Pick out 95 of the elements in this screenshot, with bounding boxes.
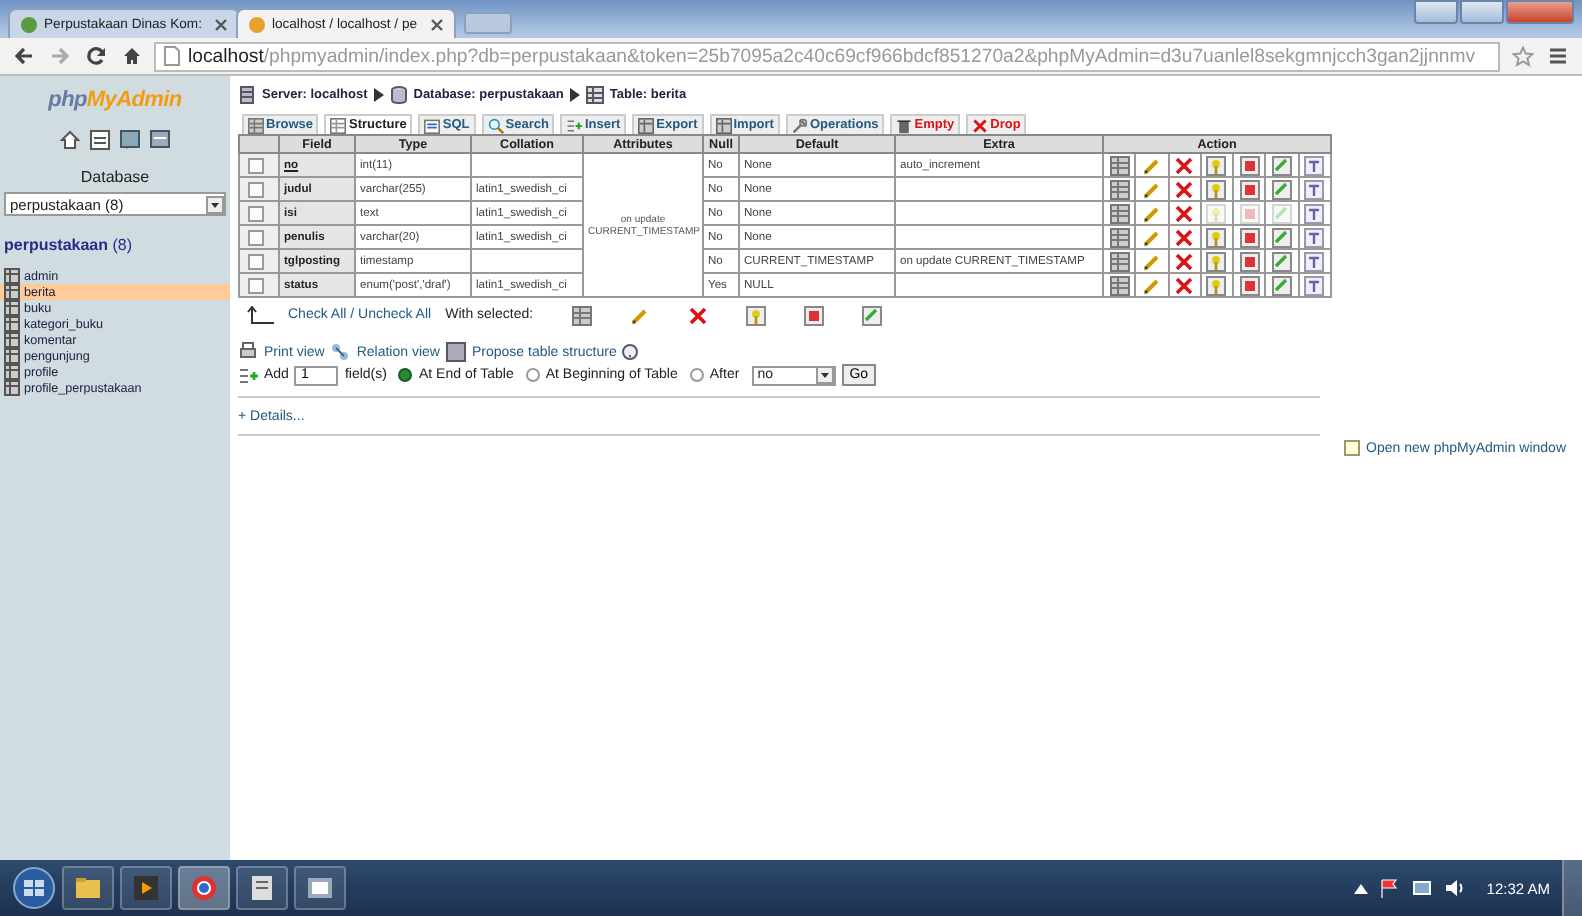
help-icon[interactable] — [622, 344, 639, 360]
key-icon[interactable] — [1206, 179, 1227, 199]
taskbar-button[interactable] — [294, 866, 346, 910]
minimize-button[interactable] — [1414, 0, 1458, 24]
network-icon[interactable] — [1412, 878, 1433, 898]
media-icon — [130, 872, 162, 904]
window-icon — [1344, 440, 1360, 456]
pencil-icon[interactable] — [1141, 155, 1162, 175]
arrow-icon — [373, 87, 384, 101]
close-icon[interactable] — [429, 17, 444, 31]
arrow-icon — [246, 306, 274, 324]
checkbox[interactable] — [248, 205, 264, 221]
unique-icon[interactable] — [1239, 275, 1260, 295]
text-icon[interactable] — [1304, 227, 1325, 247]
app-icon — [304, 872, 336, 904]
delete-icon[interactable] — [1174, 275, 1195, 295]
delete-icon[interactable] — [1174, 203, 1195, 223]
close-button[interactable] — [1506, 0, 1574, 24]
tools-icon[interactable] — [791, 117, 808, 133]
index-icon[interactable] — [1272, 227, 1293, 247]
server-icon — [238, 85, 256, 103]
home-icon[interactable] — [60, 130, 80, 150]
show-hidden-icon[interactable] — [1354, 882, 1369, 894]
url-text: localhost/phpmyadmin/index.php?db=perpustakaan&token=25b7095a2c40c69cf966bdcf851270a2&phpMyAdmin=d3u7uanlel8sekgmnjcch3gan2jjnnmv — [188, 45, 1476, 67]
pencil-icon[interactable] — [1141, 179, 1162, 199]
delete-icon[interactable] — [1174, 155, 1195, 175]
radio-button[interactable] — [689, 368, 704, 382]
bookmark-star-icon[interactable] — [1508, 42, 1536, 70]
page-icon — [164, 46, 180, 66]
key-icon[interactable] — [745, 305, 766, 325]
database-link[interactable]: perpustakaan (8) — [4, 236, 230, 254]
pencil-icon[interactable] — [1141, 275, 1162, 295]
index-icon[interactable] — [1272, 251, 1293, 271]
taskbar-button[interactable] — [236, 866, 288, 910]
taskbar-button[interactable] — [62, 866, 114, 910]
database-icon — [389, 85, 408, 103]
checkbox[interactable] — [248, 253, 264, 269]
delete-icon[interactable] — [1174, 251, 1195, 271]
pencil-icon[interactable] — [1141, 203, 1162, 223]
folder-icon — [72, 872, 104, 904]
start-button[interactable] — [12, 866, 56, 910]
unique-icon[interactable] — [803, 305, 824, 325]
delete-icon[interactable] — [1174, 179, 1195, 199]
insert-icon — [238, 365, 258, 385]
key-icon[interactable] — [1206, 251, 1227, 271]
text-icon[interactable] — [1304, 179, 1325, 199]
database-label: Database — [78, 168, 152, 186]
unique-icon[interactable] — [1239, 179, 1260, 199]
key-icon[interactable] — [1206, 275, 1227, 295]
text-icon[interactable] — [1304, 275, 1325, 295]
key-icon[interactable] — [1206, 227, 1227, 247]
index-icon[interactable] — [861, 305, 882, 325]
pencil-icon[interactable] — [1141, 251, 1162, 271]
pencil-icon[interactable] — [1141, 227, 1162, 247]
reload-button[interactable] — [82, 42, 110, 70]
arrow-icon — [569, 87, 580, 101]
checkbox[interactable] — [248, 229, 264, 245]
sql-icon[interactable] — [90, 130, 110, 150]
site-icon — [20, 15, 38, 33]
unique-icon[interactable] — [1239, 227, 1260, 247]
address-field[interactable]: localhost/phpmyadmin/index.php?db=perpustakaan&token=25b7095a2c40c69cf966bdcf851270a2&phpMyAdmin=d3u7uanlel8sekgmnjcch3gan2jjnnmv — [154, 41, 1500, 71]
pencil-icon[interactable] — [629, 305, 650, 325]
text-icon[interactable] — [1304, 251, 1325, 271]
maximize-button[interactable] — [1460, 0, 1504, 24]
index-icon[interactable] — [1272, 155, 1293, 175]
text-icon[interactable] — [1304, 155, 1325, 175]
sql-icon[interactable] — [424, 117, 441, 133]
back-button[interactable] — [10, 42, 38, 70]
flag-icon[interactable] — [1380, 878, 1401, 898]
delete-icon[interactable] — [1174, 227, 1195, 247]
app-icon — [246, 872, 278, 904]
volume-icon[interactable] — [1444, 878, 1467, 898]
taskbar-button[interactable] — [120, 866, 172, 910]
relation-icon — [330, 342, 351, 362]
checkbox[interactable] — [248, 277, 264, 293]
checkbox[interactable] — [248, 157, 264, 173]
unique-icon[interactable] — [1239, 155, 1260, 175]
key-icon[interactable] — [1206, 155, 1227, 175]
insert-icon[interactable] — [566, 117, 583, 133]
radio-button[interactable] — [525, 368, 540, 382]
site-icon — [247, 15, 266, 33]
checkbox[interactable] — [248, 181, 264, 197]
text-icon[interactable] — [1304, 203, 1325, 223]
radio-button[interactable] — [398, 368, 413, 382]
taskbar-button[interactable] — [178, 866, 230, 910]
index-icon[interactable] — [1272, 179, 1293, 199]
print-icon — [238, 342, 258, 362]
index-icon[interactable] — [1272, 275, 1293, 295]
delete-icon[interactable] — [687, 305, 708, 325]
unique-icon[interactable] — [1239, 251, 1260, 271]
browser-icon — [188, 872, 220, 904]
search-icon[interactable] — [487, 117, 504, 133]
delete-icon[interactable] — [972, 117, 989, 133]
trash-icon[interactable] — [896, 117, 913, 133]
close-icon[interactable] — [213, 17, 228, 31]
